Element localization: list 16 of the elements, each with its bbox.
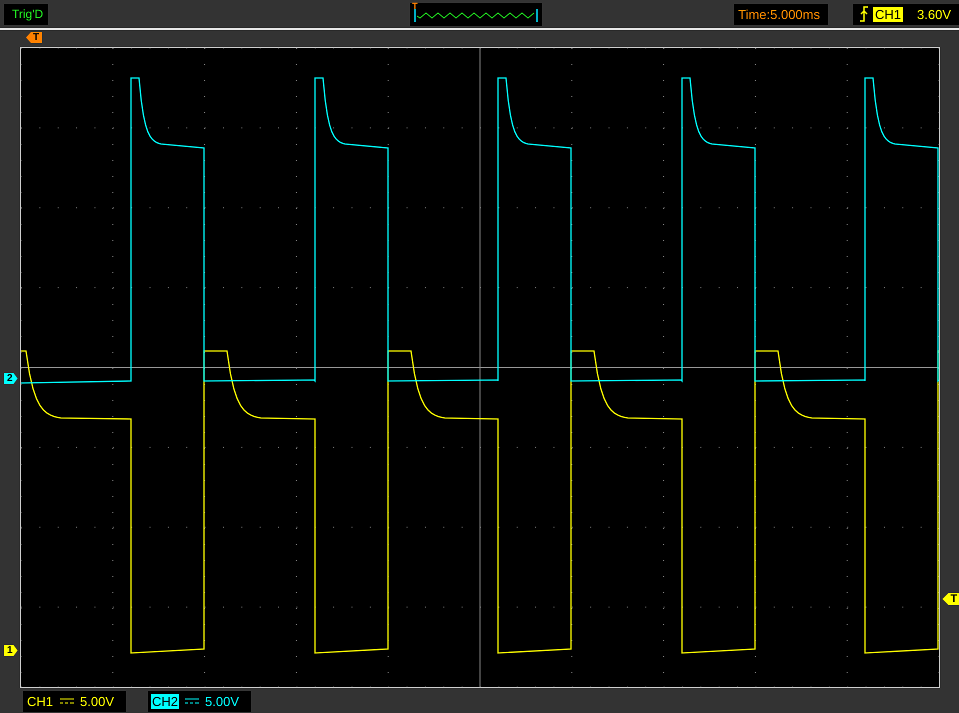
timebase-readout: Time:5.000ms — [734, 4, 828, 24]
trigger-level-marker[interactable]: T — [942, 593, 959, 605]
channel-label[interactable]: CH1 — [26, 694, 54, 708]
trigger-position-marker: T — [26, 32, 42, 43]
dc-coupling-icon — [185, 697, 200, 705]
channel-label[interactable]: CH2 — [151, 694, 180, 708]
overview-trigger-marker: T — [412, 0, 418, 10]
trigger-source: CH1 — [873, 6, 904, 22]
trigger-status: Trig'D — [4, 4, 48, 24]
trigger-level: 3.60V — [917, 6, 951, 22]
channel-marker[interactable]: 1 — [4, 645, 18, 656]
channel-marker[interactable]: 2 — [4, 373, 18, 384]
channel-scale: 5.00V — [80, 694, 114, 708]
channel-scale: 5.00V — [205, 694, 239, 708]
dc-coupling-icon — [60, 697, 74, 705]
rising-edge-icon — [859, 6, 869, 22]
